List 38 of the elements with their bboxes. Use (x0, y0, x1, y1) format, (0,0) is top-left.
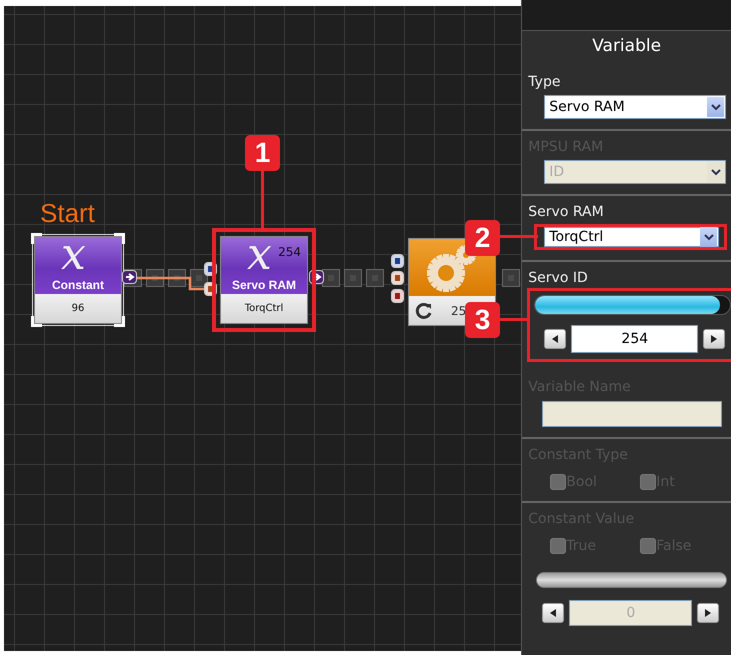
chevron-down-icon (710, 168, 721, 176)
triangle-right-icon (709, 334, 720, 344)
input-port[interactable] (391, 254, 404, 268)
node-value: 25 (451, 304, 466, 318)
field-label: Servo ID (528, 269, 589, 287)
triangle-left-icon (550, 334, 560, 344)
triangle-right-icon (703, 608, 714, 618)
triangle-left-icon (548, 608, 558, 618)
leader-line (261, 168, 264, 230)
node-value: 96 (72, 303, 84, 314)
input-port[interactable] (391, 289, 404, 303)
node-title: Servo RAM (232, 278, 296, 292)
slider-track[interactable] (536, 572, 727, 588)
block-node[interactable]: x Constant 96 (34, 236, 122, 324)
panel-title: Variable (591, 35, 662, 57)
servo-id-field[interactable]: 254 (571, 325, 698, 353)
loop-icon (415, 302, 433, 320)
start-label: Start (40, 198, 95, 228)
node-number: 254 (278, 245, 301, 259)
increment-button[interactable] (703, 329, 726, 349)
dropdown[interactable]: Servo RAM (544, 95, 726, 119)
field-label: Servo RAM (528, 203, 605, 221)
node-title: Constant (52, 278, 104, 292)
node-value: TorqCtrl (244, 303, 284, 314)
callout-badge: 2 (465, 220, 500, 256)
callout-badge: 3 (465, 302, 500, 338)
chevron-down-icon (704, 233, 714, 241)
callout-badge: 1 (245, 135, 280, 171)
output-port[interactable] (122, 270, 137, 284)
arrow-icon (124, 272, 134, 282)
chevron-down-icon (710, 103, 721, 111)
dropdown[interactable]: TorqCtrl (544, 227, 720, 247)
decrement-button[interactable] (542, 603, 564, 623)
increment-button[interactable] (697, 603, 720, 623)
input-port[interactable] (391, 271, 404, 285)
slider-track[interactable] (534, 295, 731, 315)
field-label: Type (528, 73, 562, 91)
decrement-button[interactable] (544, 329, 566, 349)
